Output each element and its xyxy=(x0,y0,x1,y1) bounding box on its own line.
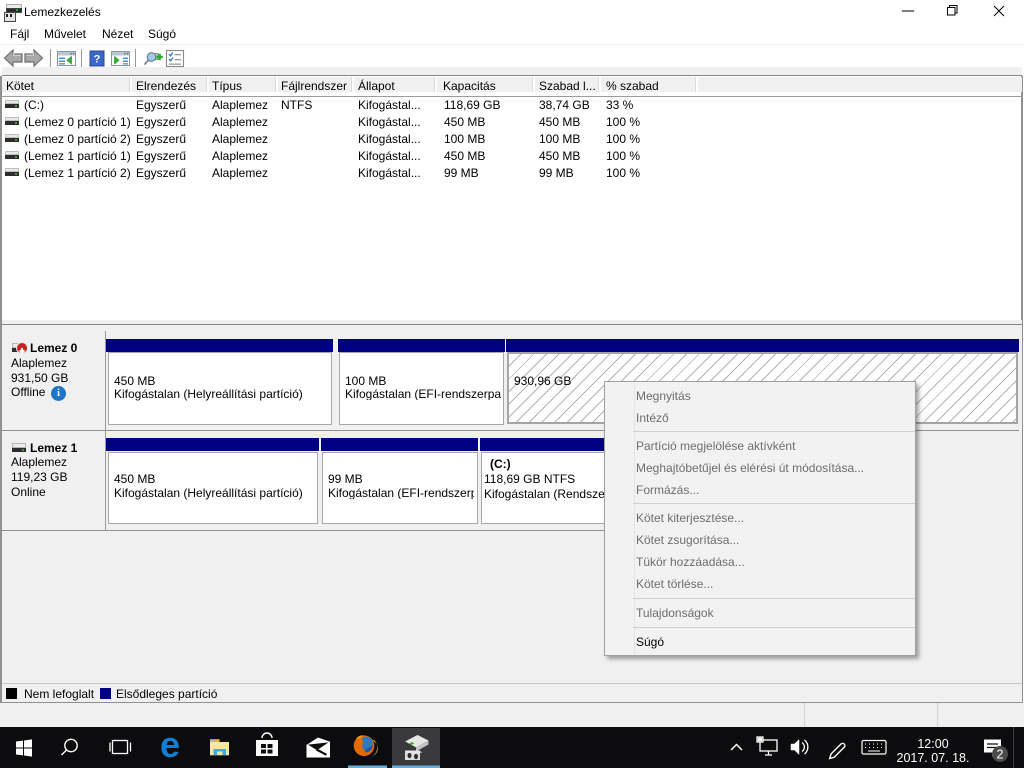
svg-text:?: ? xyxy=(94,54,101,66)
svg-text:2: 2 xyxy=(997,748,1004,762)
svg-text:2017. 07. 18.: 2017. 07. 18. xyxy=(897,751,970,765)
svg-text:12:00: 12:00 xyxy=(917,737,948,751)
svg-text:e: e xyxy=(160,727,180,765)
